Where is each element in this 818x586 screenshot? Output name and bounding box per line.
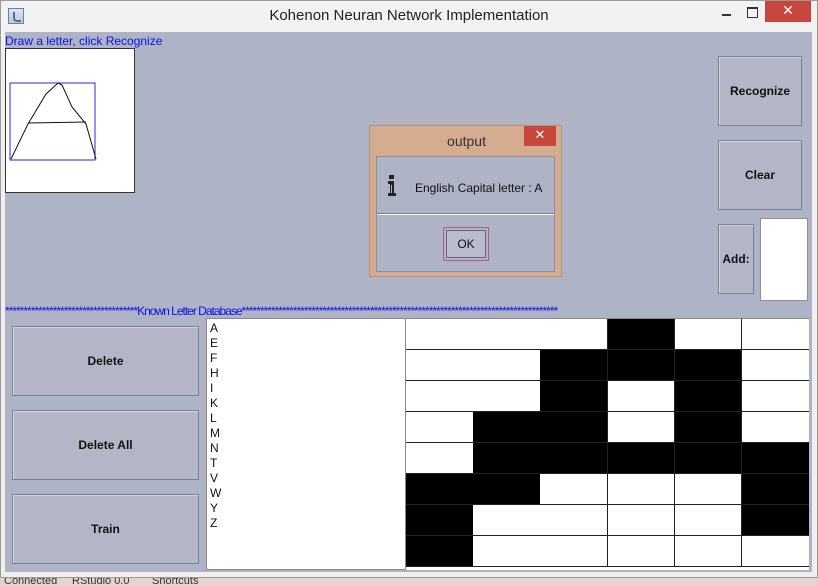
grid-cell xyxy=(473,381,541,412)
grid-cell xyxy=(742,505,809,536)
list-item[interactable]: A xyxy=(210,321,405,336)
list-item[interactable]: F xyxy=(210,351,405,366)
grid-cell xyxy=(473,505,541,536)
list-item[interactable]: T xyxy=(210,456,405,471)
grid-cell xyxy=(406,443,474,474)
grid-cell xyxy=(674,319,743,350)
grid-cell xyxy=(540,319,609,350)
title-bar[interactable]: Kohenon Neuran Network Implementation ✕ xyxy=(1,1,817,31)
list-item[interactable]: K xyxy=(210,396,405,411)
grid-cell xyxy=(406,381,474,412)
grid-cell xyxy=(540,536,609,567)
grid-cell xyxy=(540,505,609,536)
grid-cell xyxy=(607,474,676,505)
grid-cell xyxy=(742,412,809,443)
known-letter-list[interactable]: A E F H I K L M N T V W Y Z xyxy=(206,318,406,570)
grid-cell xyxy=(674,536,743,567)
grid-cell xyxy=(540,350,609,381)
ok-button[interactable]: OK xyxy=(443,227,489,261)
status-item: Shortcuts xyxy=(152,578,199,586)
grid-cell xyxy=(607,443,676,474)
main-window: Kohenon Neuran Network Implementation ✕ … xyxy=(0,0,818,578)
grid-cell xyxy=(742,350,809,381)
grid-cell xyxy=(607,350,676,381)
maximize-button[interactable] xyxy=(739,1,765,22)
drawing-canvas[interactable] xyxy=(5,48,135,193)
grid-cell xyxy=(406,319,474,350)
grid-cell xyxy=(406,536,474,567)
grid-cell xyxy=(607,505,676,536)
grid-cell xyxy=(473,412,541,443)
add-button[interactable]: Add: xyxy=(718,224,754,294)
grid-cell xyxy=(607,412,676,443)
grid-cell xyxy=(742,319,809,350)
grid-cell xyxy=(674,474,743,505)
grid-cell xyxy=(473,350,541,381)
grid-cell xyxy=(674,350,743,381)
delete-button[interactable]: Delete xyxy=(12,326,199,396)
grid-cell xyxy=(406,412,474,443)
grid-cell xyxy=(406,350,474,381)
grid-cell xyxy=(742,536,809,567)
list-item[interactable]: Y xyxy=(210,501,405,516)
minimize-button[interactable] xyxy=(713,1,739,22)
grid-cell xyxy=(540,381,609,412)
grid-cell xyxy=(473,536,541,567)
client-area: Draw a letter, click Recognize Recognize… xyxy=(5,32,812,572)
dialog-message: English Capital letter : A xyxy=(415,181,543,195)
status-item: Connected xyxy=(4,578,58,586)
grid-cell xyxy=(742,381,809,412)
window-title: Kohenon Neuran Network Implementation xyxy=(269,7,549,24)
grid-cell xyxy=(540,474,609,505)
grid-cell xyxy=(406,505,474,536)
grid-cell xyxy=(674,412,743,443)
grid-cell xyxy=(540,443,609,474)
known-letter-database-label: ************************************Know… xyxy=(5,304,558,318)
list-item[interactable]: Z xyxy=(210,516,405,531)
grid-cell xyxy=(674,443,743,474)
grid-cell xyxy=(674,505,743,536)
grid-cell xyxy=(540,412,609,443)
grid-cell xyxy=(473,319,541,350)
list-item[interactable]: W xyxy=(210,486,405,501)
list-item[interactable]: L xyxy=(210,411,405,426)
drawn-letter-sketch xyxy=(9,82,97,161)
letter-sample-grid xyxy=(406,318,809,570)
dialog-body: English Capital letter : A OK xyxy=(376,156,555,272)
list-item[interactable]: M xyxy=(210,426,405,441)
clear-button[interactable]: Clear xyxy=(718,140,802,210)
grid-cell xyxy=(674,381,743,412)
status-item: RStudio 0.0 xyxy=(72,578,130,586)
dialog-separator xyxy=(377,213,554,215)
grid-cell xyxy=(473,443,541,474)
delete-all-button[interactable]: Delete All xyxy=(12,410,199,480)
dialog-close-button[interactable]: ✕ xyxy=(524,126,556,146)
list-item[interactable]: N xyxy=(210,441,405,456)
output-dialog: output ✕ English Capital letter : A OK xyxy=(369,125,562,277)
draw-instruction: Draw a letter, click Recognize xyxy=(5,34,163,48)
grid-cell xyxy=(607,381,676,412)
train-button[interactable]: Train xyxy=(12,494,199,564)
info-icon xyxy=(388,175,396,196)
list-item[interactable]: H xyxy=(210,366,405,381)
close-button[interactable]: ✕ xyxy=(765,1,811,22)
grid-cell xyxy=(473,474,541,505)
grid-cell xyxy=(607,319,676,350)
ok-button-label: OK xyxy=(446,230,486,258)
grid-cell xyxy=(406,474,474,505)
add-letter-input[interactable] xyxy=(760,218,808,301)
list-item[interactable]: V xyxy=(210,471,405,486)
list-item[interactable]: I xyxy=(210,381,405,396)
taskbar-strip: Connected RStudio 0.0 Shortcuts xyxy=(0,578,818,586)
list-item[interactable]: E xyxy=(210,336,405,351)
recognize-button[interactable]: Recognize xyxy=(718,56,802,126)
grid-cell xyxy=(742,443,809,474)
grid-cell xyxy=(742,474,809,505)
grid-cell xyxy=(607,536,676,567)
